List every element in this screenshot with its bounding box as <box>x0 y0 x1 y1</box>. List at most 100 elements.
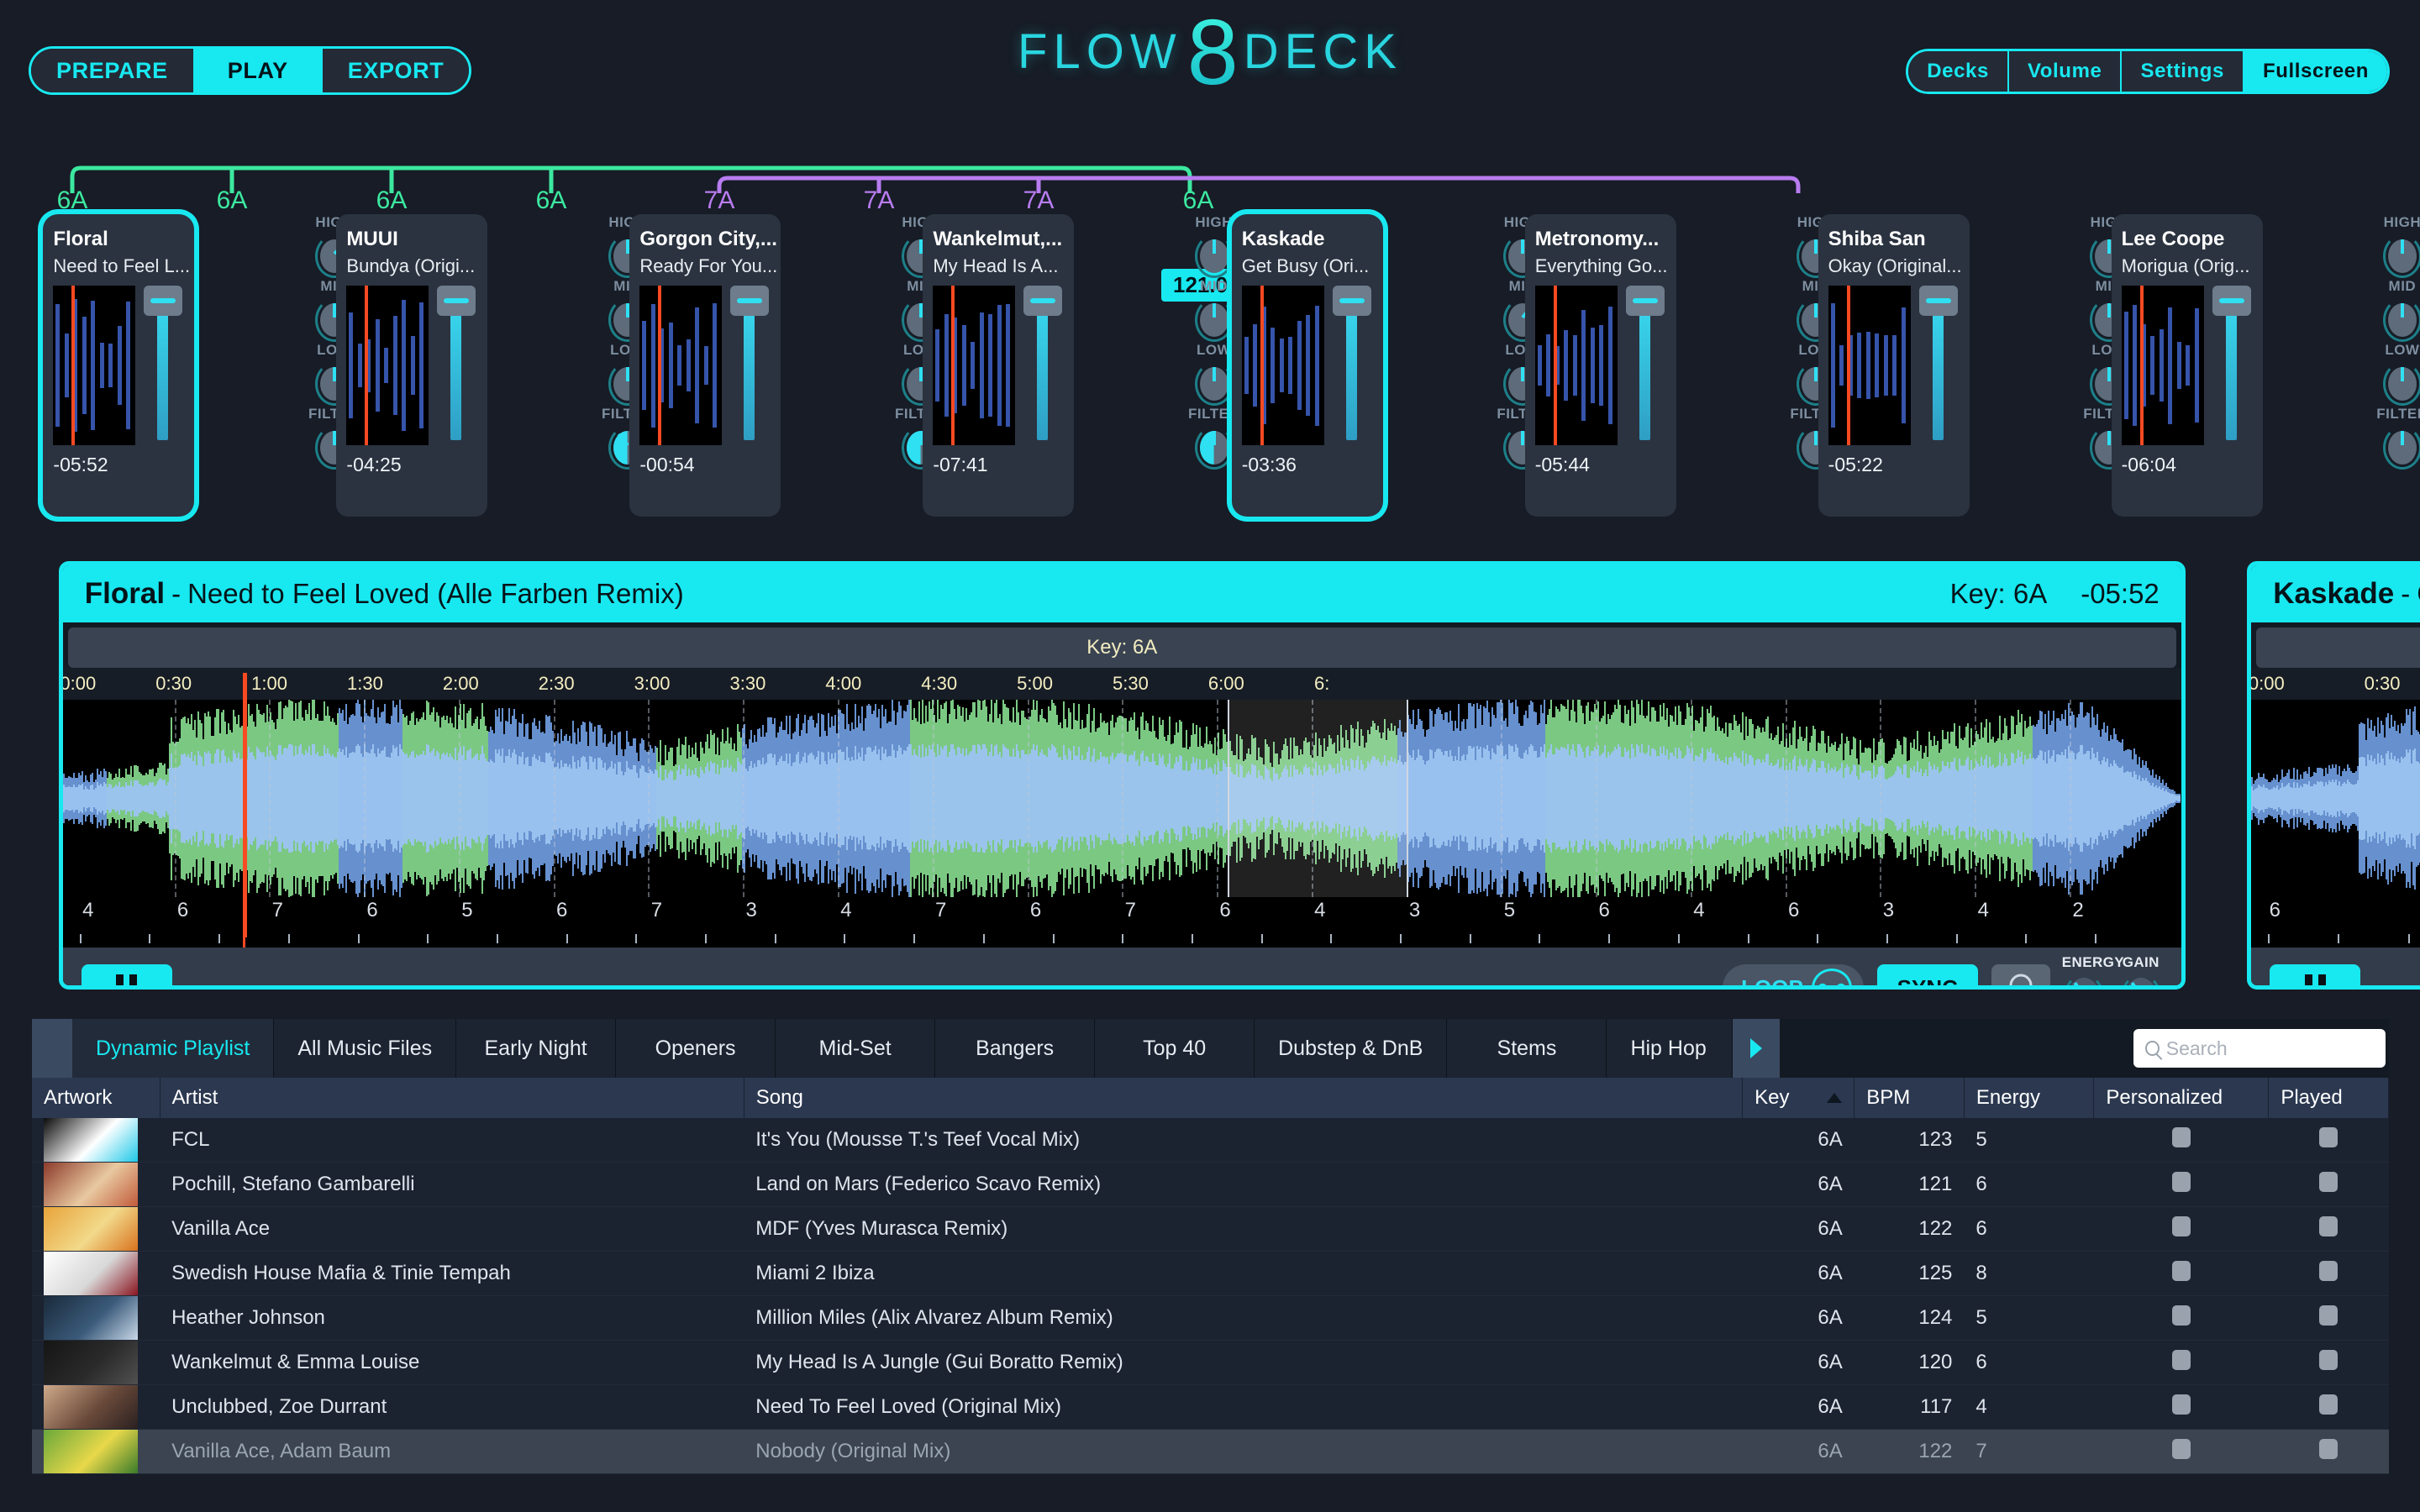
personalized-checkbox[interactable] <box>2171 1171 2191 1192</box>
playhead[interactable] <box>243 673 248 937</box>
deck-strip-waveform[interactable] <box>53 286 136 445</box>
table-row[interactable]: Unclubbed, Zoe Durrant Need To Feel Loved… <box>32 1384 2389 1430</box>
column-header-personalized[interactable]: Personalized <box>2093 1078 2270 1118</box>
playlist-tab-dubstep-dnb[interactable]: Dubstep & DnB <box>1255 1019 1448 1078</box>
deck-strip-waveform[interactable] <box>1534 286 1618 445</box>
deck-strip-waveform[interactable] <box>639 286 723 445</box>
deck-strip[interactable]: Shiba San Okay (Original... -05:22 <box>1818 214 1970 517</box>
deck-strip-waveform[interactable] <box>1241 286 1324 445</box>
playlist-tab-all-music-files[interactable]: All Music Files <box>274 1019 457 1078</box>
energy-knob[interactable] <box>2063 973 2104 985</box>
sync-button[interactable]: SYNC <box>1876 964 1978 985</box>
personalized-checkbox[interactable] <box>2171 1215 2191 1236</box>
playlist-tab-top-40[interactable]: Top 40 <box>1095 1019 1255 1078</box>
tab-scroll-right-arrow[interactable] <box>1733 1019 1781 1078</box>
played-checkbox[interactable] <box>2319 1394 2338 1415</box>
deck-strip[interactable]: Gorgon City,... Ready For You... -00:54 <box>629 214 781 517</box>
playlist-tab-early-night[interactable]: Early Night <box>456 1019 617 1078</box>
deck-strip[interactable]: MUUI Bundya (Origi... -04:25 <box>336 214 488 517</box>
deck-volume-fader[interactable] <box>1625 286 1665 445</box>
deck-strip[interactable]: Lee Coope Morigua (Orig... -06:04 <box>2111 214 2263 517</box>
table-row[interactable]: Pochill, Stefano Gambarelli Land on Mars … <box>32 1162 2389 1207</box>
track-artist: Unclubbed, Zoe Durrant <box>160 1384 744 1430</box>
personalized-checkbox[interactable] <box>2171 1126 2191 1147</box>
playlist-tab-bangers[interactable]: Bangers <box>935 1019 1096 1078</box>
table-row[interactable]: FCL It's You (Mousse T.'s Teef Vocal Mix)… <box>32 1118 2389 1163</box>
column-header-energy[interactable]: Energy <box>1964 1078 2095 1118</box>
table-row[interactable]: Vanilla Ace, Adam Baum Nobody (Original M… <box>32 1429 2389 1474</box>
deck-strip-waveform[interactable] <box>2121 286 2204 445</box>
deck-volume-fader[interactable] <box>1332 286 1371 445</box>
personalized-checkbox[interactable] <box>2171 1349 2191 1370</box>
played-checkbox[interactable] <box>2319 1260 2338 1281</box>
table-row[interactable]: Wankelmut & Emma Louise My Head Is A Jung… <box>32 1340 2389 1385</box>
eq-knob-high[interactable] <box>2382 234 2420 278</box>
play-pause-button[interactable] <box>81 964 172 985</box>
column-header-played[interactable]: Played <box>2268 1078 2389 1118</box>
timeline-ruler[interactable]: 0:000:301:001:302:002:303:003:304:00 <box>2251 668 2420 700</box>
main-waveform[interactable] <box>2251 700 2420 897</box>
deck-strip-waveform[interactable] <box>346 286 429 445</box>
deck-strip[interactable]: Floral Need to Feel L... -05:52 <box>43 214 195 517</box>
table-row[interactable]: Swedish House Mafia & Tinie Tempah Miami … <box>32 1251 2389 1296</box>
track-overview[interactable] <box>62 931 2181 948</box>
eq-knob-mid[interactable] <box>1194 298 1234 342</box>
track-bpm: 121 <box>1854 1162 1965 1207</box>
gain-knob-wrap: GAIN <box>2119 954 2163 985</box>
loop-button[interactable]: LOOP <box>1723 964 1864 985</box>
deck-strip-waveform[interactable] <box>1828 286 1911 445</box>
gain-knob[interactable] <box>2120 973 2161 985</box>
play-pause-button[interactable] <box>2270 964 2361 985</box>
track-personalized-cell <box>2093 1295 2269 1341</box>
personalized-checkbox[interactable] <box>2171 1260 2191 1281</box>
playlist-tab-dynamic-playlist[interactable]: Dynamic Playlist <box>72 1019 275 1078</box>
deck-strip[interactable]: Metronomy... Everything Go... -05:44 <box>1524 214 1676 517</box>
deck-strip[interactable]: Kaskade Get Busy (Ori... -03:36 <box>1231 214 1383 517</box>
track-played-cell <box>2268 1162 2389 1207</box>
played-checkbox[interactable] <box>2319 1349 2338 1370</box>
column-header-bpm[interactable]: BPM <box>1854 1078 1965 1118</box>
eq-knob-low[interactable] <box>1194 362 1234 406</box>
personalized-checkbox[interactable] <box>2171 1305 2191 1326</box>
deck-volume-fader[interactable] <box>144 286 183 445</box>
deck-volume-fader[interactable] <box>1023 286 1063 445</box>
tab-scroll-left-pad[interactable] <box>32 1019 72 1078</box>
eq-knob-high[interactable] <box>1194 234 1234 278</box>
deck-strip[interactable]: Wankelmut,... My Head Is A... -07:41 <box>923 214 1075 517</box>
playlist-tab-stems[interactable]: Stems <box>1447 1019 1607 1078</box>
table-row[interactable]: Vanilla Ace MDF (Yves Murasca Remix) 6A 122… <box>32 1206 2389 1252</box>
deck-volume-fader[interactable] <box>437 286 476 445</box>
table-row[interactable]: Heather Johnson Million Miles (Alix Alvar… <box>32 1295 2389 1341</box>
deck-volume-fader[interactable] <box>1918 286 1958 445</box>
deck-strip-waveform[interactable] <box>933 286 1016 445</box>
eq-knob-filter[interactable] <box>1194 426 1234 470</box>
column-header-key[interactable]: Key <box>1742 1078 1855 1118</box>
played-checkbox[interactable] <box>2319 1126 2338 1147</box>
playlist-tab-openers[interactable]: Openers <box>616 1019 776 1078</box>
track-key: 6A <box>1742 1162 1854 1207</box>
eq-knob-mid[interactable] <box>2382 298 2420 342</box>
track-overview[interactable] <box>2251 931 2420 948</box>
deck-volume-fader[interactable] <box>2212 286 2251 445</box>
eq-knob-filter[interactable] <box>2382 426 2420 470</box>
played-checkbox[interactable] <box>2319 1171 2338 1192</box>
played-checkbox[interactable] <box>2319 1438 2338 1459</box>
column-header-artist[interactable]: Artist <box>160 1078 744 1118</box>
search-box[interactable] <box>2133 1029 2386 1068</box>
personalized-checkbox[interactable] <box>2171 1394 2191 1415</box>
column-header-artwork[interactable]: Artwork <box>32 1078 160 1118</box>
eq-knob-low[interactable] <box>2382 362 2420 406</box>
played-checkbox[interactable] <box>2319 1305 2338 1326</box>
playlist-tab-hip-hop[interactable]: Hip Hop <box>1607 1019 1733 1078</box>
headphone-cue-button[interactable] <box>1991 964 2050 985</box>
track-artwork-cell <box>32 1384 160 1430</box>
column-header-song[interactable]: Song <box>744 1078 1744 1118</box>
playlist-tab-mid-set[interactable]: Mid-Set <box>776 1019 936 1078</box>
played-checkbox[interactable] <box>2319 1215 2338 1236</box>
timeline-ruler[interactable]: 0:00 0:30 1:00 1:30 2:00 2:30 3:00 3:30 4:00 4:30… <box>62 668 2181 700</box>
search-input[interactable] <box>2165 1037 2374 1060</box>
personalized-checkbox[interactable] <box>2171 1438 2191 1459</box>
deck-volume-fader[interactable] <box>730 286 770 445</box>
energy-marker: 3 <box>1408 899 1421 921</box>
main-waveform[interactable] <box>62 700 2181 897</box>
